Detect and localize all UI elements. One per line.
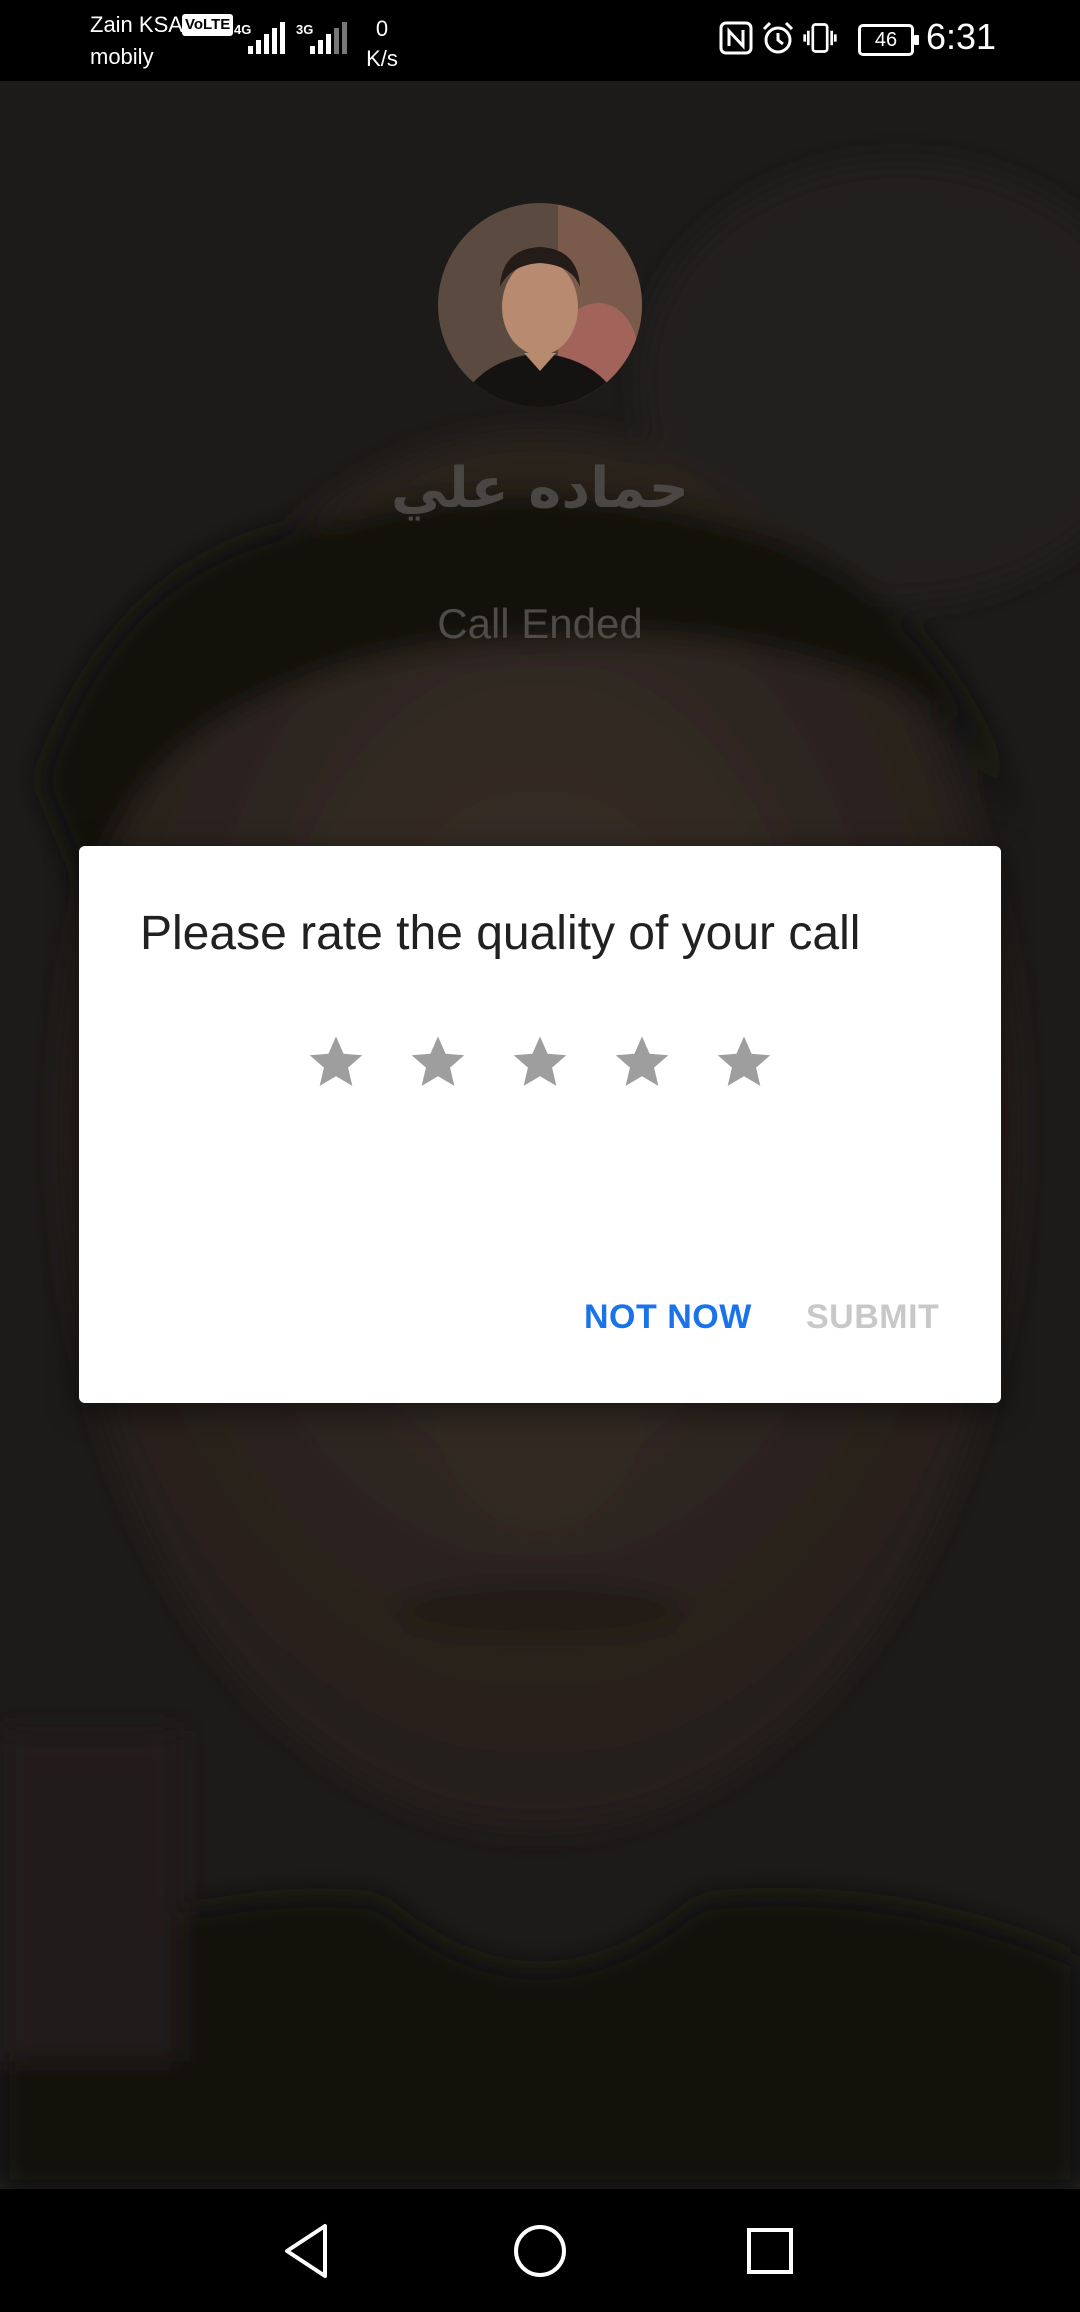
volte-badge: VoLTE — [182, 14, 234, 36]
submit-button[interactable]: SUBMIT — [806, 1298, 939, 1337]
home-icon[interactable] — [505, 2216, 575, 2286]
back-icon[interactable] — [275, 2216, 345, 2286]
star-4-icon[interactable] — [612, 1032, 672, 1092]
caller-name: حماده علي — [391, 456, 689, 521]
star-2-icon[interactable] — [408, 1032, 468, 1092]
caller-avatar — [438, 203, 642, 407]
star-3-icon[interactable] — [510, 1032, 570, 1092]
dialog-title: Please rate the quality of your call — [140, 907, 861, 960]
status-bar: Zain KSA VoLTE mobily 4G 3G 0 K/s 46 6:3… — [0, 0, 1080, 81]
star-1-icon[interactable] — [306, 1032, 366, 1092]
navigation-bar — [0, 2189, 1080, 2312]
alarm-icon — [762, 21, 794, 54]
star-5-icon[interactable] — [714, 1032, 774, 1092]
vibrate-icon — [803, 23, 837, 53]
clock: 6:31 — [926, 16, 997, 57]
call-rating-dialog: Please rate the quality of your call NOT… — [79, 846, 1001, 1403]
network-speed: 0 K/s — [362, 14, 402, 74]
call-screen: حماده علي Call Ended Please rate the qua… — [0, 0, 1080, 2312]
signal-strength-1-icon — [248, 22, 285, 54]
call-status: Call Ended — [437, 600, 643, 647]
star-rating — [79, 1032, 1001, 1102]
network-speed-unit: K/s — [366, 46, 398, 71]
carrier-2-label: mobily — [90, 44, 154, 69]
network-speed-value: 0 — [375, 16, 389, 41]
nfc-icon — [719, 21, 753, 55]
carrier-1-label: Zain KSA — [90, 12, 183, 37]
not-now-button[interactable]: NOT NOW — [584, 1298, 752, 1337]
signal-strength-2-icon — [310, 22, 347, 54]
battery-icon: 46 — [858, 24, 919, 56]
recents-icon[interactable] — [735, 2216, 805, 2286]
